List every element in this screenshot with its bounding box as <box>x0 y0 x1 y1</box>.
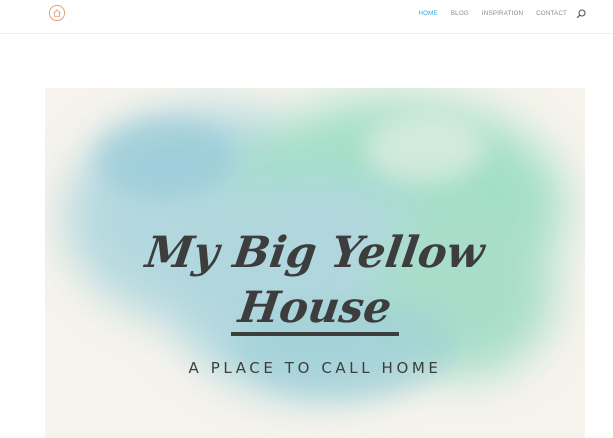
nav-inspiration-link[interactable]: INSPIRATION <box>482 10 523 17</box>
nav-blog-link[interactable]: BLOG <box>451 10 469 17</box>
nav-home-link[interactable]: HOME <box>418 10 437 17</box>
nav-contact-link[interactable]: CONTACT <box>536 10 567 17</box>
site-header: HOME BLOG INSPIRATION CONTACT <box>0 0 613 34</box>
main-nav: HOME BLOG INSPIRATION CONTACT <box>418 10 567 17</box>
hero-title-line1: My Big Yellow <box>142 228 488 278</box>
hero-title-line2: House <box>235 283 395 333</box>
search-icon[interactable] <box>575 8 587 20</box>
hero-banner: My Big Yellow House A PLACE TO CALL HOME <box>45 88 585 438</box>
hero-tagline: A PLACE TO CALL HOME <box>188 359 442 377</box>
house-logo-icon[interactable] <box>48 4 66 22</box>
hero-divider <box>231 332 399 336</box>
